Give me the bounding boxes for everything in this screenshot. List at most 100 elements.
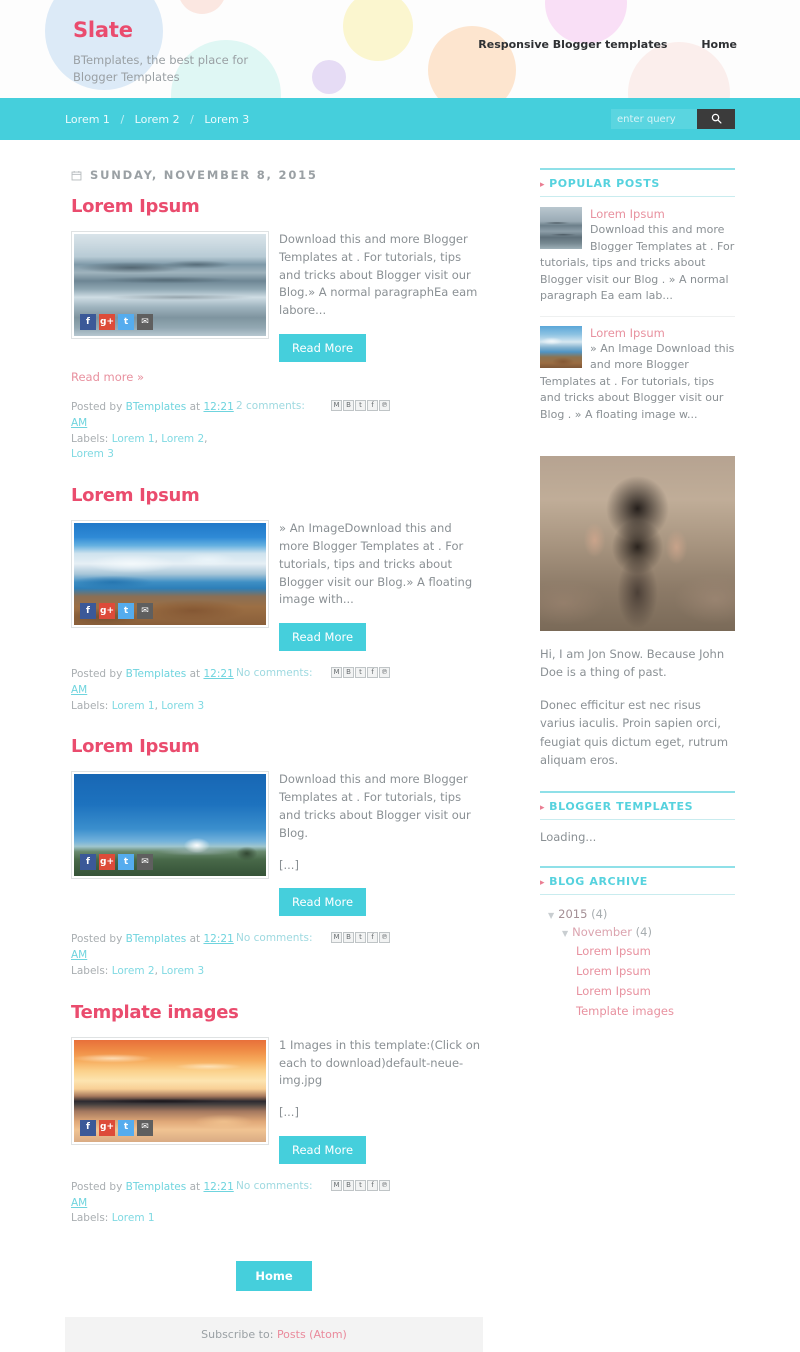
read-more-button[interactable]: Read More — [279, 334, 367, 363]
archive-post-link[interactable]: Lorem Ipsum — [576, 964, 651, 978]
post-label-link[interactable]: Lorem 2 — [112, 965, 155, 977]
post-label-link[interactable]: Lorem 3 — [71, 448, 114, 460]
post-comments-link[interactable]: 2 comments: — [236, 400, 305, 412]
post-author-link[interactable]: BTemplates — [126, 668, 187, 680]
post-thumbnail[interactable]: f g+ t ✉ — [71, 1036, 269, 1145]
blog-this-icon[interactable]: B — [343, 1179, 354, 1191]
blog-this-icon[interactable]: B — [343, 400, 354, 412]
read-more-link[interactable]: Read more » — [71, 370, 483, 384]
share-facebook-icon[interactable]: f — [80, 854, 96, 871]
post-comments-count[interactable]: No comments: — [236, 667, 331, 679]
share-google-plus-icon[interactable]: g+ — [99, 1119, 115, 1136]
post-author-link[interactable]: BTemplates — [126, 401, 187, 413]
post-label-link[interactable]: Lorem 3 — [161, 700, 204, 712]
post-label-link[interactable]: Lorem 3 — [161, 965, 204, 977]
triangle-down-icon[interactable]: ▼ — [562, 929, 568, 938]
share-twitter-icon[interactable]: t — [118, 603, 134, 620]
share-email-icon[interactable]: ✉ — [137, 314, 153, 330]
post-comments-count[interactable]: 2 comments: — [236, 400, 331, 412]
archive-month-label[interactable]: November — [572, 925, 632, 939]
share-to-twitter-icon[interactable]: t — [355, 400, 366, 412]
email-post-icon[interactable]: M — [331, 667, 342, 679]
widget-title-text: BLOGGER TEMPLATES — [549, 800, 694, 814]
post-share-icons: M Bt f ℗ — [331, 667, 390, 679]
search-input[interactable] — [611, 109, 697, 129]
popular-post-item[interactable]: Lorem Ipsum » An Image Download this and… — [540, 325, 735, 435]
breadcrumb-item-lorem-2[interactable]: Lorem 2 — [135, 113, 180, 126]
archive-year-label[interactable]: 2015 — [558, 907, 587, 921]
share-email-icon[interactable]: ✉ — [137, 603, 153, 620]
share-to-pinterest-icon[interactable]: ℗ — [379, 1179, 390, 1191]
triangle-down-icon[interactable]: ▼ — [548, 911, 554, 920]
share-to-pinterest-icon[interactable]: ℗ — [379, 932, 390, 944]
blog-this-icon[interactable]: B — [343, 932, 354, 944]
archive-month-november[interactable]: ▼ November (4) — [540, 923, 735, 941]
share-google-plus-icon[interactable]: g+ — [99, 314, 115, 330]
post-title[interactable]: Lorem Ipsum — [71, 485, 483, 506]
share-to-facebook-icon[interactable]: f — [367, 400, 378, 412]
post-author-link[interactable]: BTemplates — [126, 1181, 187, 1193]
archive-post-link[interactable]: Lorem Ipsum — [576, 944, 651, 958]
archive-post-item[interactable]: Template images — [540, 1001, 735, 1021]
share-to-twitter-icon[interactable]: t — [355, 932, 366, 944]
post-comments-count[interactable]: No comments: — [236, 932, 331, 944]
share-google-plus-icon[interactable]: g+ — [99, 603, 115, 620]
share-google-plus-icon[interactable]: g+ — [99, 854, 115, 871]
post-label-link[interactable]: Lorem 1 — [112, 433, 155, 445]
popular-post-thumbnail[interactable] — [540, 207, 582, 249]
share-twitter-icon[interactable]: t — [118, 314, 134, 330]
share-to-facebook-icon[interactable]: f — [367, 1179, 378, 1191]
post-comments-link[interactable]: No comments: — [236, 932, 313, 944]
share-to-pinterest-icon[interactable]: ℗ — [379, 400, 390, 412]
share-twitter-icon[interactable]: t — [118, 1119, 134, 1136]
post-author-link[interactable]: BTemplates — [126, 933, 187, 945]
post-title[interactable]: Lorem Ipsum — [71, 196, 483, 217]
breadcrumb-item-lorem-1[interactable]: Lorem 1 — [65, 113, 110, 126]
archive-year-2015[interactable]: ▼ 2015 (4) — [540, 905, 735, 923]
archive-post-link[interactable]: Template images — [576, 1004, 674, 1018]
share-facebook-icon[interactable]: f — [80, 314, 96, 330]
share-email-icon[interactable]: ✉ — [137, 1119, 153, 1136]
archive-post-item[interactable]: Lorem Ipsum — [540, 981, 735, 1001]
blog-this-icon[interactable]: B — [343, 667, 354, 679]
read-more-button[interactable]: Read More — [279, 888, 367, 917]
search-submit-button[interactable] — [697, 109, 735, 129]
post-comments-link[interactable]: No comments: — [236, 1180, 313, 1192]
subscribe-posts-atom-link[interactable]: Posts (Atom) — [277, 1328, 347, 1341]
post-label-link[interactable]: Lorem 2 — [161, 433, 204, 445]
site-title[interactable]: Slate — [73, 18, 288, 42]
email-post-icon[interactable]: M — [331, 932, 342, 944]
popular-post-thumbnail[interactable] — [540, 325, 582, 368]
post-label-link[interactable]: Lorem 1 — [112, 1212, 155, 1224]
post-thumbnail[interactable]: f g+ t ✉ — [71, 231, 269, 339]
archive-post-link[interactable]: Lorem Ipsum — [576, 984, 651, 998]
nav-link-home[interactable]: Home — [701, 38, 737, 51]
post-thumbnail[interactable]: f g+ t ✉ — [71, 771, 269, 880]
widget-profile: Hi, I am Jon Snow. Because John Doe is a… — [540, 456, 735, 769]
email-post-icon[interactable]: M — [331, 400, 342, 412]
share-to-twitter-icon[interactable]: t — [355, 1179, 366, 1191]
read-more-button[interactable]: Read More — [279, 623, 367, 652]
post-comments-count[interactable]: No comments: — [236, 1180, 331, 1192]
archive-post-item[interactable]: Lorem Ipsum — [540, 961, 735, 981]
post-title[interactable]: Template images — [71, 1002, 483, 1023]
home-page-button[interactable]: Home — [236, 1261, 312, 1292]
archive-post-item[interactable]: Lorem Ipsum — [540, 941, 735, 961]
post-title[interactable]: Lorem Ipsum — [71, 736, 483, 757]
share-email-icon[interactable]: ✉ — [137, 854, 153, 871]
nav-link-responsive-blogger-templates[interactable]: Responsive Blogger templates — [478, 38, 667, 51]
popular-post-item[interactable]: Lorem Ipsum Download this and more Blogg… — [540, 207, 735, 317]
share-to-facebook-icon[interactable]: f — [367, 932, 378, 944]
share-facebook-icon[interactable]: f — [80, 603, 96, 620]
share-twitter-icon[interactable]: t — [118, 854, 134, 871]
share-to-pinterest-icon[interactable]: ℗ — [379, 667, 390, 679]
share-to-facebook-icon[interactable]: f — [367, 667, 378, 679]
email-post-icon[interactable]: M — [331, 1179, 342, 1191]
breadcrumb-item-lorem-3[interactable]: Lorem 3 — [204, 113, 249, 126]
share-to-twitter-icon[interactable]: t — [355, 667, 366, 679]
post-label-link[interactable]: Lorem 1 — [112, 700, 155, 712]
read-more-button[interactable]: Read More — [279, 1135, 367, 1164]
post-comments-link[interactable]: No comments: — [236, 667, 313, 679]
post-thumbnail[interactable]: f g+ t ✉ — [71, 520, 269, 629]
share-facebook-icon[interactable]: f — [80, 1119, 96, 1136]
